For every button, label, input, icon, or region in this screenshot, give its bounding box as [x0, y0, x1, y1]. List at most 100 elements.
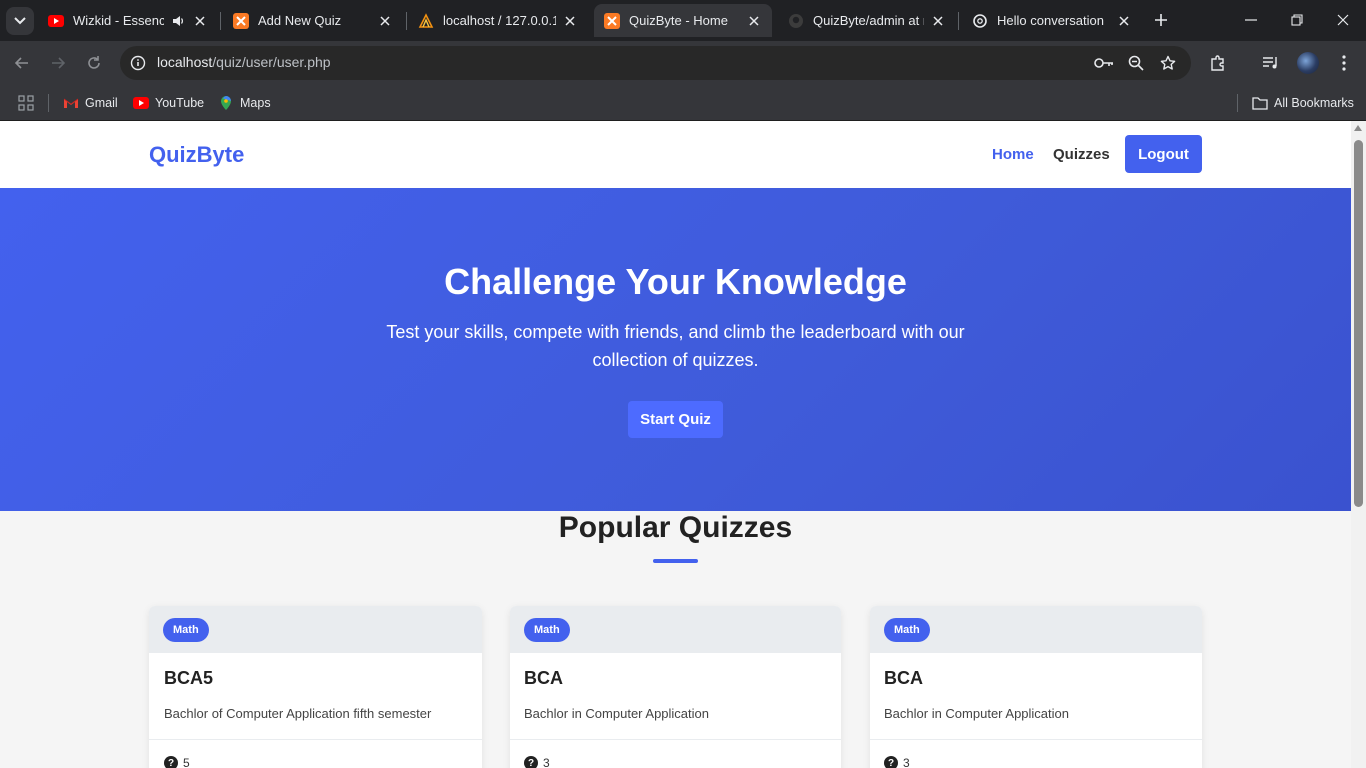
tab-wizkid[interactable]: Wizkid - Essence ( [38, 4, 218, 37]
minimize-button[interactable] [1228, 0, 1274, 40]
plus-icon [1155, 14, 1167, 26]
minimize-icon [1245, 19, 1257, 21]
category-badge: Math [163, 618, 209, 642]
question-count: ? 3 [524, 756, 550, 768]
quiz-description: Bachlor in Computer Application [884, 706, 1069, 721]
quiz-card[interactable]: Math BCA Bachlor in Computer Application… [510, 606, 841, 768]
tab-strip: Wizkid - Essence ( Add New Quiz localhos… [0, 0, 1366, 41]
apps-grid-icon[interactable] [18, 92, 34, 114]
tab-separator [958, 12, 959, 30]
site-logo[interactable]: QuizByte [149, 142, 244, 168]
card-divider [510, 739, 841, 740]
site-info-icon[interactable] [129, 54, 147, 72]
youtube-icon [133, 95, 149, 111]
bookmark-gmail[interactable]: Gmail [63, 92, 118, 114]
phpmyadmin-icon [418, 12, 434, 29]
close-tab-icon[interactable] [930, 13, 946, 29]
tab-title: Hello conversation [997, 13, 1104, 28]
hero-title: Challenge Your Knowledge [444, 261, 907, 302]
page-viewport: QuizByte Home Quizzes Logout Challenge Y… [0, 121, 1351, 768]
back-button[interactable] [8, 49, 36, 77]
close-icon [1337, 14, 1349, 26]
all-bookmarks-button[interactable]: All Bookmarks [1252, 92, 1354, 114]
close-tab-icon[interactable] [377, 13, 393, 29]
question-circle-icon: ? [884, 756, 898, 768]
scroll-thumb[interactable] [1354, 140, 1363, 507]
restore-button[interactable] [1274, 0, 1320, 40]
youtube-icon [48, 13, 64, 29]
close-window-button[interactable] [1320, 0, 1366, 40]
bookmark-label: Maps [240, 96, 271, 110]
tab-title: Add New Quiz [258, 13, 342, 28]
tab-quizbyte-home[interactable]: QuizByte - Home [594, 4, 772, 37]
quiz-card[interactable]: Math BCA Bachlor in Computer Application… [870, 606, 1202, 768]
section-title: Popular Quizzes [558, 511, 793, 544]
xampp-icon [233, 12, 249, 29]
profile-avatar[interactable] [1297, 52, 1319, 74]
new-tab-button[interactable] [1149, 8, 1173, 32]
close-tab-icon[interactable] [1116, 13, 1132, 29]
tab-separator [406, 12, 407, 30]
github-icon [788, 13, 804, 29]
close-tab-icon[interactable] [562, 13, 578, 29]
tab-chatgpt[interactable]: Hello conversation [962, 4, 1142, 37]
tab-title: QuizByte - Home [629, 13, 728, 28]
chatgpt-icon [972, 13, 988, 29]
tab-separator [220, 12, 221, 30]
password-key-icon[interactable] [1094, 53, 1114, 73]
quiz-title: BCA [884, 668, 923, 688]
restore-icon [1291, 14, 1303, 26]
site-navbar: QuizByte Home Quizzes Logout [0, 121, 1351, 188]
category-badge: Math [524, 618, 570, 642]
tab-search-button[interactable] [6, 7, 34, 35]
forward-button[interactable] [44, 49, 72, 77]
logout-button[interactable]: Logout [1125, 135, 1202, 173]
url-text[interactable]: localhost/quiz/user/user.php [157, 54, 331, 70]
card-divider [870, 739, 1202, 740]
address-bar[interactable]: localhost/quiz/user/user.php [120, 46, 1191, 80]
tab-github[interactable]: QuizByte/admin at m [778, 4, 956, 37]
bookmark-star-icon[interactable] [1158, 53, 1178, 73]
speaker-icon[interactable] [170, 13, 186, 29]
hero-section: Challenge Your Knowledge Test your skill… [0, 188, 1351, 511]
url-path: /quiz/user/user.php [212, 54, 331, 70]
question-circle-icon: ? [164, 756, 178, 768]
media-control-icon[interactable] [1259, 51, 1283, 75]
browser-menu-icon[interactable] [1332, 51, 1356, 75]
quiz-title: BCA5 [164, 668, 214, 688]
question-count-value: 3 [903, 756, 910, 768]
quiz-title: BCA [524, 668, 563, 688]
nav-home-link[interactable]: Home [992, 146, 1034, 163]
page-scrollbar[interactable] [1351, 121, 1366, 768]
url-host: localhost [157, 54, 213, 70]
maps-icon [218, 95, 234, 111]
quiz-card[interactable]: Math BCA5 Bachlor of Computer Applicatio… [149, 606, 482, 768]
category-badge: Math [884, 618, 930, 642]
extensions-icon[interactable] [1206, 51, 1230, 75]
reload-icon [88, 56, 100, 69]
tab-add-new-quiz[interactable]: Add New Quiz [223, 4, 403, 37]
bookmark-maps[interactable]: Maps [218, 92, 271, 114]
tab-phpmyadmin[interactable]: localhost / 127.0.0.1 / [408, 4, 588, 37]
scroll-up-arrow-icon[interactable] [1354, 125, 1362, 131]
browser-toolbar: localhost/quiz/user/user.php [0, 41, 1366, 86]
quiz-description: Bachlor of Computer Application fifth se… [164, 706, 432, 721]
quiz-card-header: Math [149, 606, 482, 653]
tab-title: localhost / 127.0.0.1 / [443, 13, 556, 28]
quiz-card-header: Math [510, 606, 841, 653]
question-count: ? 5 [164, 756, 190, 768]
zoom-icon[interactable] [1126, 53, 1146, 73]
bookmarks-bar: Gmail YouTube Maps All Bookmarks [0, 86, 1366, 121]
question-count-value: 5 [183, 756, 190, 768]
nav-quizzes-link[interactable]: Quizzes [1053, 146, 1110, 163]
start-quiz-button[interactable]: Start Quiz [628, 401, 723, 438]
reload-button[interactable] [80, 49, 108, 77]
close-tab-icon[interactable] [746, 13, 762, 29]
quiz-description: Bachlor in Computer Application [524, 706, 709, 721]
card-divider [149, 739, 482, 740]
bookmark-youtube[interactable]: YouTube [133, 92, 204, 114]
close-tab-icon[interactable] [192, 13, 208, 29]
tab-title: QuizByte/admin at m [813, 13, 924, 28]
section-underline [653, 559, 698, 563]
arrow-right-icon [52, 57, 66, 69]
